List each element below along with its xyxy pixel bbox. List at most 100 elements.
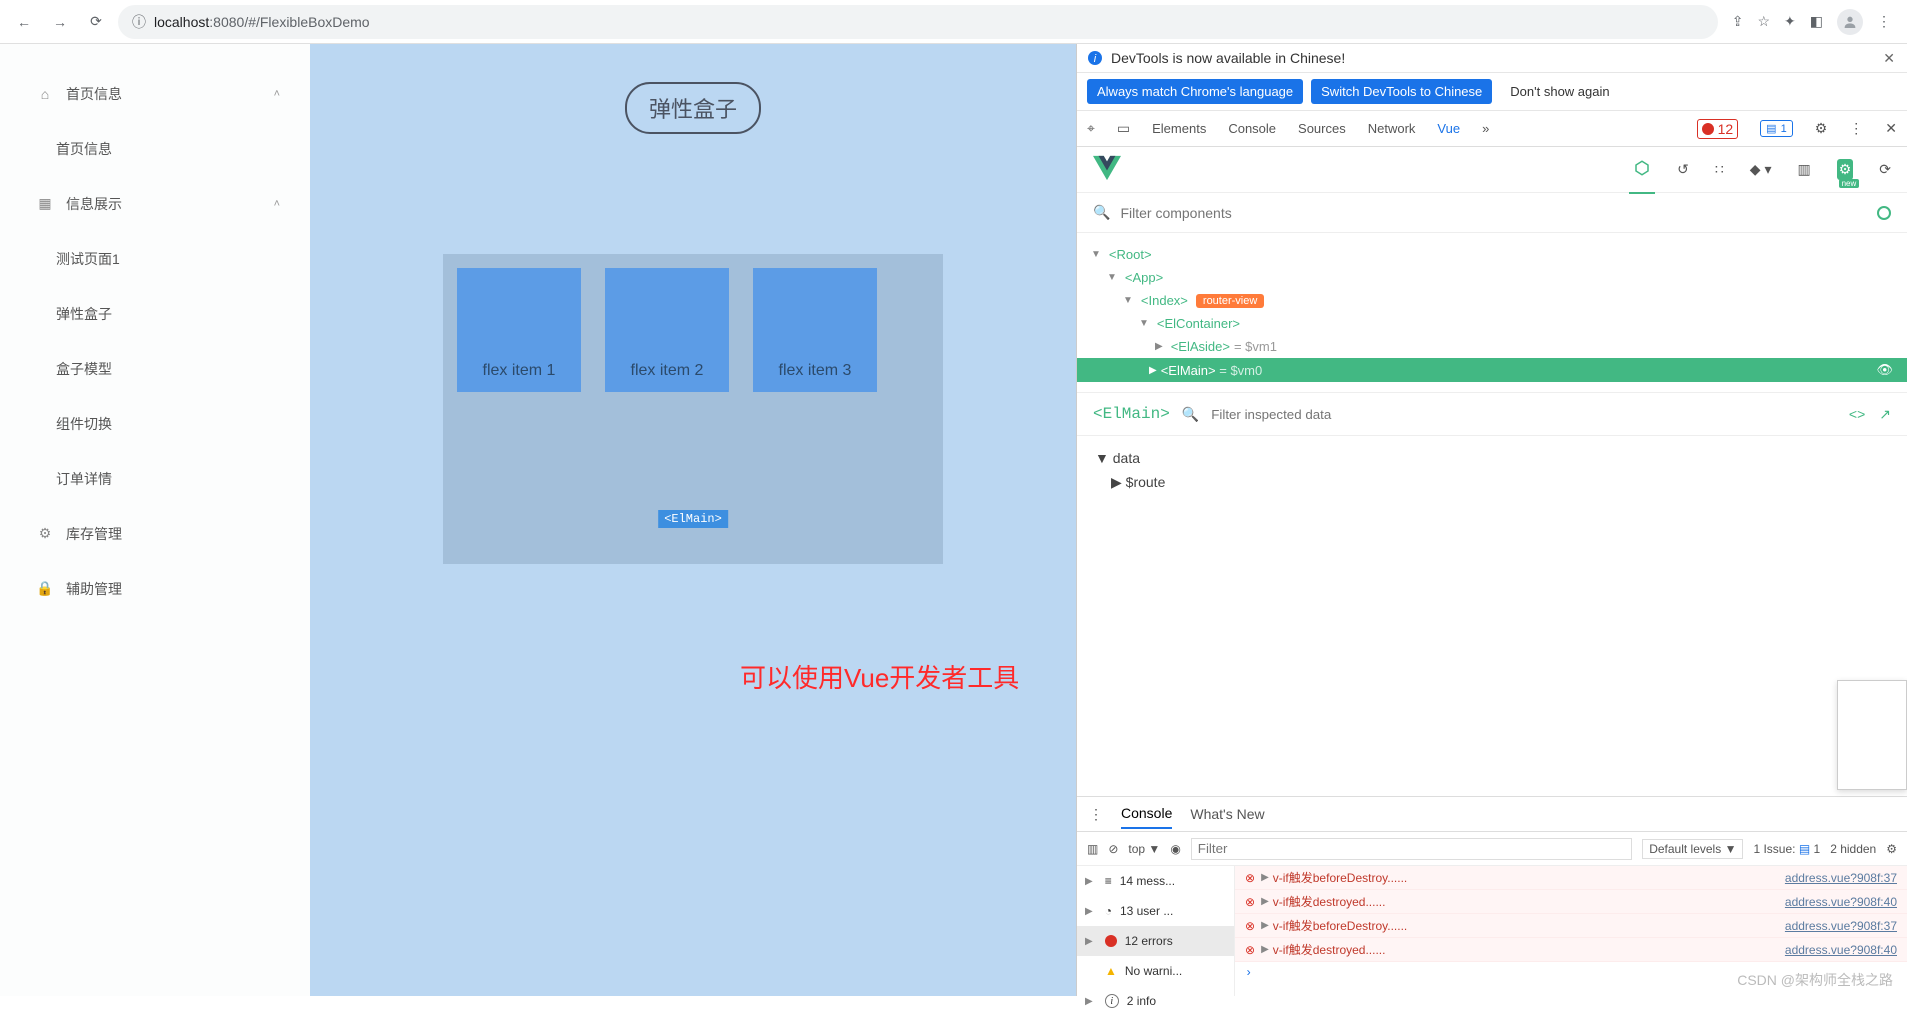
tree-app[interactable]: ▼<App> — [1091, 266, 1893, 289]
address-bar[interactable]: ⓘ localhost:8080/#/FlexibleBoxDemo — [118, 5, 1718, 39]
tab-console[interactable]: Console — [1228, 121, 1276, 136]
settings-icon[interactable]: ⚙ — [1815, 120, 1828, 137]
clear-console-icon[interactable]: ⊘ — [1108, 842, 1118, 856]
device-icon[interactable]: ▭ — [1117, 120, 1130, 137]
devtools-lang-bar: Always match Chrome's language Switch De… — [1077, 73, 1907, 111]
sidebar-item-info[interactable]: ▦信息展示˄ — [0, 176, 310, 231]
tab-network[interactable]: Network — [1368, 121, 1416, 136]
console-filter-input[interactable] — [1191, 838, 1632, 860]
profile-avatar[interactable] — [1837, 9, 1863, 35]
console-error-row[interactable]: ⊗▶v-if触发destroyed......address.vue?908f:… — [1235, 890, 1907, 914]
sidebar-item-assist[interactable]: 🔒辅助管理 — [0, 561, 310, 616]
dont-show-button[interactable]: Don't show again — [1500, 79, 1619, 104]
console-error-row[interactable]: ⊗▶v-if触发beforeDestroy......address.vue?9… — [1235, 914, 1907, 938]
more-tabs-icon[interactable]: » — [1482, 121, 1489, 136]
console-error-row[interactable]: ⊗▶v-if触发beforeDestroy......address.vue?9… — [1235, 866, 1907, 890]
component-badge: <ElMain> — [658, 510, 728, 528]
home-icon: ⌂ — [36, 85, 54, 103]
tree-container[interactable]: ▼<ElContainer> — [1091, 312, 1893, 335]
live-expression-icon[interactable]: ◉ — [1170, 842, 1180, 856]
tree-root[interactable]: ▼<Root> — [1091, 243, 1893, 266]
data-row[interactable]: ▼ data — [1095, 446, 1889, 470]
mini-preview — [1837, 680, 1907, 790]
flex-container: flex item 1 flex item 2 flex item 3 <ElM… — [443, 254, 943, 564]
stats-icon[interactable]: ▥ — [1797, 161, 1810, 178]
tab-whatsnew[interactable]: What's New — [1190, 800, 1264, 828]
open-icon[interactable]: ↗ — [1879, 406, 1891, 423]
tree-index[interactable]: ▼<Index>router-view — [1091, 289, 1893, 312]
eye-icon[interactable]: 👁 — [1876, 362, 1893, 378]
sidebar-errors[interactable]: ▶12 errors — [1077, 926, 1234, 956]
vue-logo-icon — [1093, 154, 1121, 185]
vue-settings-icon[interactable]: ⚙new — [1837, 159, 1854, 180]
sidepanel-icon[interactable]: ◧ — [1810, 13, 1823, 30]
target-icon[interactable] — [1877, 206, 1891, 220]
share-icon[interactable]: ⇪ — [1732, 13, 1744, 30]
sidebar-item-home[interactable]: ⌂首页信息˄ — [0, 66, 310, 121]
devtools-menu-icon[interactable]: ⋮ — [1849, 120, 1863, 137]
tab-sources[interactable]: Sources — [1298, 121, 1346, 136]
console-settings-icon[interactable]: ⚙ — [1886, 842, 1897, 856]
extensions-icon[interactable]: ✦ — [1784, 13, 1796, 30]
gear-icon: ⚙ — [36, 525, 54, 543]
error-count[interactable]: 12 — [1697, 119, 1739, 139]
inspector-icon[interactable]: ∷ — [1715, 161, 1724, 178]
inspect-filter-input[interactable] — [1211, 407, 1837, 422]
match-language-button[interactable]: Always match Chrome's language — [1087, 79, 1303, 104]
sidebar-info[interactable]: ▶i2 info — [1077, 986, 1234, 1016]
console-filter-bar: ▥ ⊘ top ▼ ◉ Default levels ▼ 1 Issue: ▤ … — [1077, 832, 1907, 866]
reload-button[interactable]: ⟳ — [82, 8, 110, 36]
switch-chinese-button[interactable]: Switch DevTools to Chinese — [1311, 79, 1492, 104]
site-info-icon[interactable]: ⓘ — [132, 12, 146, 32]
back-button[interactable]: ← — [10, 8, 38, 36]
sidebar-item-boxmodel[interactable]: 盒子模型 — [0, 341, 310, 396]
app-select-icon[interactable]: ◆ ▾ — [1750, 161, 1772, 178]
url-host: localhost — [154, 14, 209, 30]
issues-link[interactable]: 1 Issue: ▤ 1 — [1753, 842, 1820, 856]
sidebar-item-flexbox[interactable]: 弹性盒子 — [0, 286, 310, 341]
log-levels-select[interactable]: Default levels ▼ — [1642, 839, 1743, 859]
sidebar-item-stock[interactable]: ⚙库存管理 — [0, 506, 310, 561]
vue-toolbar: ↺ ∷ ◆ ▾ ▥ ⚙new ⟳ — [1077, 147, 1907, 193]
console-error-row[interactable]: ⊗▶v-if触发destroyed......address.vue?908f:… — [1235, 938, 1907, 962]
refresh-icon[interactable]: ⟳ — [1879, 161, 1891, 178]
app-content: 弹性盒子 flex item 1 flex item 2 flex item 3… — [310, 44, 1076, 996]
sidebar-item-order[interactable]: 订单详情 — [0, 451, 310, 506]
tab-vue[interactable]: Vue — [1437, 121, 1460, 136]
page-title: 弹性盒子 — [625, 82, 761, 134]
chevron-up-icon: ˄ — [274, 88, 280, 100]
code-icon[interactable]: <> — [1849, 406, 1865, 423]
filter-input[interactable] — [1120, 205, 1867, 221]
browser-menu-icon[interactable]: ⋮ — [1877, 13, 1891, 30]
inspector-bar: <ElMain> 🔍 <> ↗ — [1077, 392, 1907, 436]
tree-aside[interactable]: ▶<ElAside> = $vm1 — [1091, 335, 1893, 358]
tree-main-selected[interactable]: ▶<ElMain> = $vm0👁 — [1077, 358, 1907, 382]
route-row[interactable]: ▶ $route — [1095, 470, 1889, 495]
tab-elements[interactable]: Elements — [1152, 121, 1206, 136]
issue-count[interactable]: ▤ 1 — [1760, 120, 1793, 137]
components-icon[interactable] — [1633, 159, 1651, 180]
close-icon[interactable]: ✕ — [1883, 50, 1895, 67]
context-select[interactable]: top ▼ — [1128, 842, 1160, 856]
lock-icon: 🔒 — [36, 580, 54, 598]
sidebar-messages[interactable]: ▶≡14 mess... — [1077, 866, 1234, 896]
sidebar-warnings[interactable]: ▲No warni... — [1077, 956, 1234, 986]
hidden-count: 2 hidden — [1830, 842, 1876, 856]
sidebar-item-home-sub[interactable]: 首页信息 — [0, 121, 310, 176]
tab-console-drawer[interactable]: Console — [1121, 799, 1172, 829]
sidebar-toggle-icon[interactable]: ▥ — [1087, 842, 1098, 856]
timeline-icon[interactable]: ↺ — [1677, 161, 1689, 178]
sidebar-user[interactable]: ▶◔13 user ... — [1077, 896, 1234, 926]
sidebar-item-switch[interactable]: 组件切换 — [0, 396, 310, 451]
component-filter: 🔍 — [1077, 193, 1907, 233]
grid-icon: ▦ — [36, 195, 54, 213]
forward-button[interactable]: → — [46, 8, 74, 36]
sidebar-item-test1[interactable]: 测试页面1 — [0, 231, 310, 286]
inspect-icon[interactable]: ⌖ — [1087, 120, 1095, 137]
console-sidebar: ▶≡14 mess... ▶◔13 user ... ▶12 errors ▲N… — [1077, 866, 1235, 996]
drawer-menu-icon[interactable]: ⋮ — [1089, 806, 1103, 823]
bookmark-icon[interactable]: ☆ — [1757, 13, 1770, 30]
search-icon: 🔍 — [1182, 406, 1199, 423]
close-devtools-icon[interactable]: ✕ — [1885, 120, 1897, 137]
inspector-data: ▼ data ▶ $route — [1077, 436, 1907, 505]
